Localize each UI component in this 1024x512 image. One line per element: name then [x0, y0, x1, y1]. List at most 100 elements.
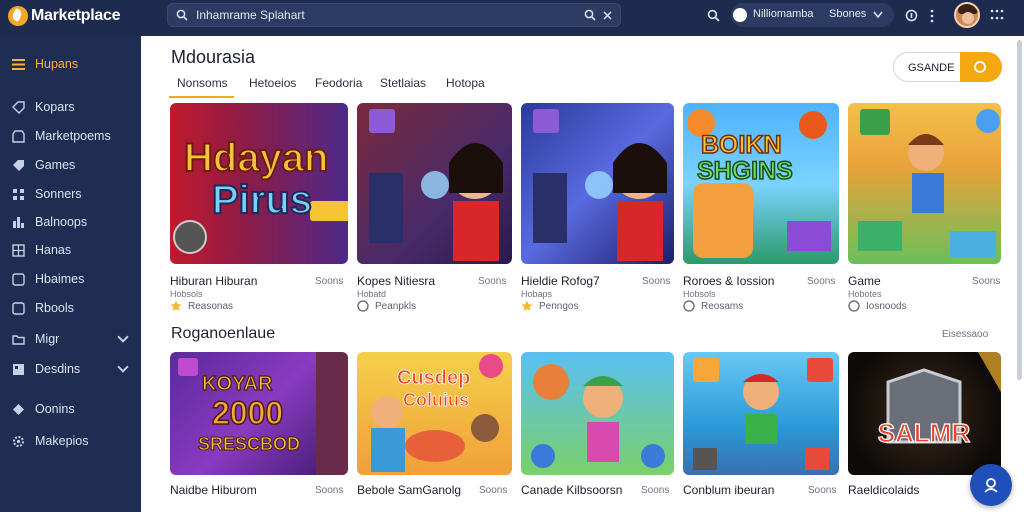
tab-stetlaias[interactable]: Stetlaias	[380, 76, 426, 96]
game-subtitle: Hobsols	[170, 289, 203, 299]
sidebar-item-kopars[interactable]: Kopars	[0, 94, 141, 120]
more-vertical-icon[interactable]	[929, 9, 935, 23]
app-logo[interactable]: Marketplace	[8, 5, 128, 27]
search-bar[interactable]	[167, 3, 621, 27]
game-thumbnail[interactable]	[848, 103, 1001, 264]
chevron-down-icon	[117, 361, 129, 373]
game-card[interactable]: Hdayan Pirus Hiburan Hiburan Soons Hobso…	[170, 103, 348, 313]
game-thumbnail[interactable]: Hdayan Pirus	[170, 103, 348, 264]
grid-icon	[13, 188, 24, 200]
sidebar-item-sonners[interactable]: Sonners	[0, 181, 141, 207]
sidebar-item-hbaimes[interactable]: Hbaimes	[0, 266, 141, 292]
game-title-art: Pirus	[212, 178, 312, 222]
tab-feodoria[interactable]: Feodoria	[315, 76, 362, 96]
sidebar-item-label: Makepios	[35, 434, 89, 448]
game-thumbnail[interactable]: SALMR	[848, 352, 1001, 475]
sort-search-button[interactable]	[960, 52, 1002, 82]
game-thumbnail[interactable]: BOIKN SHGINS	[683, 103, 839, 264]
search-icon[interactable]	[707, 9, 720, 22]
tab-nonsoms[interactable]: Nonsoms	[169, 76, 234, 98]
section-meta[interactable]: Eisessaoo	[942, 329, 988, 340]
location-selector[interactable]: Nilliomamba Sbones	[731, 3, 894, 27]
folder-icon	[12, 334, 25, 345]
game-card[interactable]: Hieldie Rofog7 Soons Hobaps Penngos	[521, 103, 674, 313]
game-card[interactable]: Kopes Nitiesra Soons Hobatd Peanpkls	[357, 103, 512, 313]
game-rating-label: Peanpkls	[375, 300, 417, 312]
game-card[interactable]: BOIKN SHGINS Roroes & Iossion Soons Hobs…	[683, 103, 839, 313]
game-artwork	[531, 364, 665, 468]
game-thumbnail[interactable]: Cusdep Coluius	[357, 352, 512, 475]
clear-search-icon[interactable]	[603, 11, 612, 20]
chat-fab-button[interactable]	[970, 464, 1012, 506]
tab-hetoeios[interactable]: Hetoeios	[249, 76, 296, 96]
sidebar-item-rbools[interactable]: Rbools	[0, 295, 141, 321]
game-thumbnail[interactable]	[357, 103, 512, 264]
search-submit-icon[interactable]	[584, 9, 596, 21]
sidebar-item-migr[interactable]: Migr	[0, 326, 141, 352]
game-thumbnail[interactable]	[521, 352, 674, 475]
game-subtitle: Hobatd	[357, 289, 387, 299]
game-title: Conblum ibeuran	[683, 483, 775, 497]
sidebar-item-oonins[interactable]: Oonins	[0, 396, 141, 422]
game-rating: Penngos	[521, 300, 578, 312]
chevron-down-icon	[873, 11, 883, 19]
game-thumbnail[interactable]	[521, 103, 674, 264]
top-bar: Marketplace Nilliomamba Sbones	[0, 0, 1024, 36]
game-rating-label: Reosams	[701, 300, 744, 312]
game-card[interactable]: Conblum ibeuran Soons	[683, 352, 839, 512]
location-label: Nilliomamba	[753, 8, 814, 20]
sidebar-item-balnoops[interactable]: Balnoops	[0, 209, 141, 235]
game-rating: Reosams	[683, 300, 743, 312]
game-title: Game	[848, 274, 881, 288]
game-card[interactable]: Cusdep Coluius Bebole SamGanolg Soons	[357, 352, 512, 512]
game-card[interactable]: Canade Kilbsoorsn Soons	[521, 352, 674, 512]
user-avatar[interactable]	[954, 2, 980, 28]
game-meta: Soons	[478, 276, 507, 287]
sidebar-item-hanas[interactable]: Hanas	[0, 237, 141, 263]
game-title: Roroes & Iossion	[683, 274, 775, 288]
tag-icon	[12, 100, 25, 114]
game-title: Hiburan Hiburan	[170, 274, 258, 288]
game-title: Raeldicolaids	[848, 483, 920, 497]
game-meta: Soons	[807, 276, 836, 287]
game-title: Hieldie Rofog7	[521, 274, 600, 288]
game-title: Canade Kilbsoorsn	[521, 483, 623, 497]
game-thumbnail[interactable]	[683, 352, 839, 475]
game-thumbnail[interactable]: KOYAR 2000 SRESCBOD	[170, 352, 348, 475]
sidebar-item-makepios[interactable]: Makepios	[0, 428, 141, 454]
game-title: Kopes Nitiesra	[357, 274, 436, 288]
apps-grid-icon[interactable]	[990, 9, 1004, 21]
sidebar: Hupans Kopars Marketpoems Games Sonners …	[0, 36, 141, 512]
gear-icon	[13, 435, 24, 447]
sidebar-item-games[interactable]: Games	[0, 152, 141, 178]
game-title-art: SHGINS	[697, 157, 793, 185]
sidebar-item-marketpoems[interactable]: Marketpoems	[0, 123, 141, 149]
location-icon	[733, 8, 747, 22]
sidebar-item-label: Hupans	[35, 57, 79, 71]
sidebar-item-label: Hanas	[35, 243, 72, 257]
search-icon	[176, 9, 188, 21]
star-icon	[521, 300, 533, 311]
game-title-art: Cusdep	[397, 367, 470, 389]
scrollbar[interactable]	[1017, 40, 1022, 380]
game-card[interactable]: Game Soons Hobotes Iosnoods	[848, 103, 1001, 313]
game-subtitle: Hobsols	[683, 289, 716, 299]
game-meta: Soons	[972, 276, 1001, 287]
game-meta: Soons	[315, 276, 344, 287]
star-icon	[170, 300, 182, 311]
search-input[interactable]	[196, 6, 576, 24]
sidebar-item-desdins[interactable]: Desdins	[0, 356, 141, 382]
game-artwork: BOIKN SHGINS	[687, 109, 831, 258]
game-title-art: Coluius	[403, 390, 469, 410]
help-icon[interactable]	[905, 9, 918, 22]
game-rating-label: Reasonas	[188, 300, 234, 312]
sort-control[interactable]: GSANDE	[893, 52, 1002, 82]
game-title-art: 2000	[212, 395, 283, 431]
sidebar-item-hupans[interactable]: Hupans	[0, 51, 141, 77]
game-rating: Reasonas	[170, 300, 233, 312]
game-meta: Soons	[808, 485, 837, 496]
game-card[interactable]: KOYAR 2000 SRESCBOD Naidbe Hiburom Soons	[170, 352, 348, 512]
tab-hotopa[interactable]: Hotopa	[446, 76, 485, 96]
sidebar-item-label: Rbools	[35, 301, 74, 315]
sidebar-item-label: Balnoops	[35, 215, 88, 229]
